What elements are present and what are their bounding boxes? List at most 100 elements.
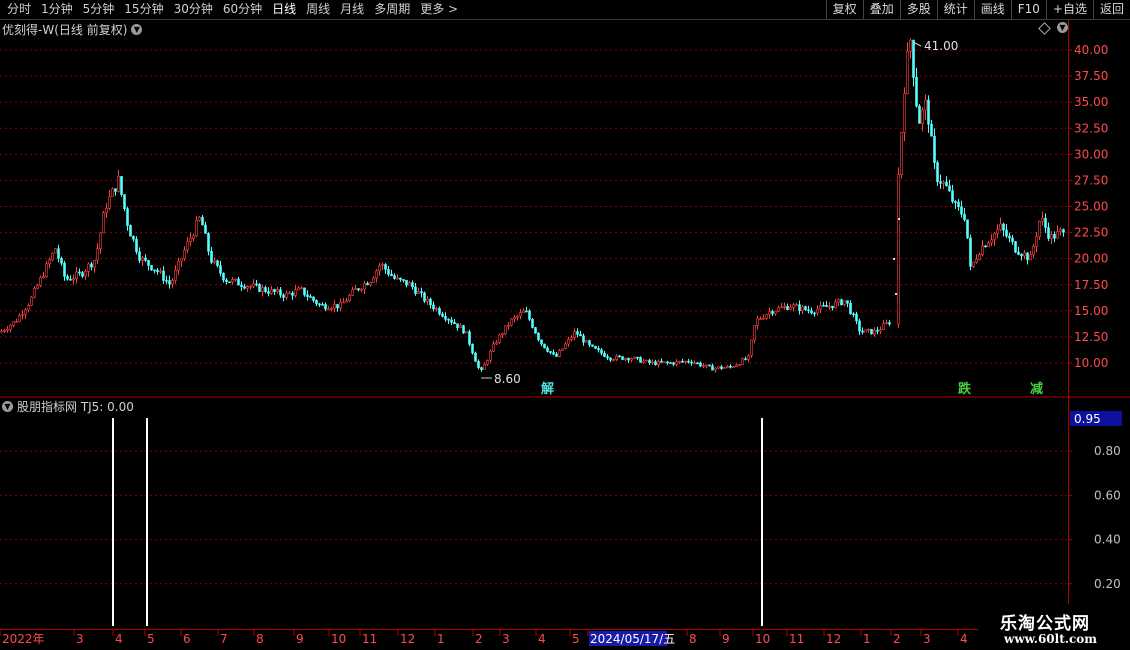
candle-body — [789, 306, 792, 310]
candle-body — [495, 342, 498, 345]
candle-body — [690, 361, 693, 364]
candle-body — [171, 280, 174, 285]
candle-body — [684, 360, 687, 363]
x-axis-label: 2 — [475, 632, 483, 646]
candle-body — [849, 302, 852, 315]
candle-body — [363, 283, 366, 290]
candle-body — [594, 346, 597, 349]
y-tick-label: 10.00 — [1074, 356, 1108, 370]
low-label: 8.60 — [494, 372, 521, 386]
candle-body — [129, 225, 132, 237]
candle-body — [540, 339, 543, 345]
candle-body — [21, 314, 24, 316]
candle-body — [618, 355, 621, 358]
candle-body — [57, 248, 60, 259]
x-axis-label: 7 — [220, 632, 228, 646]
candle-body — [861, 330, 864, 333]
candle-body — [444, 316, 447, 320]
candle-body — [360, 288, 363, 291]
candle-body — [192, 235, 195, 239]
candle-body — [228, 281, 231, 284]
x-axis-label: 3 — [76, 632, 84, 646]
candle-body — [741, 358, 744, 365]
candle-body — [486, 360, 489, 365]
candle-body — [285, 292, 288, 298]
candle-body — [705, 364, 708, 367]
candle-body — [252, 283, 255, 287]
candle-body — [615, 355, 618, 360]
candle-body — [693, 362, 696, 365]
candle-body — [339, 301, 342, 309]
candle-body — [855, 313, 858, 322]
candle-body — [537, 332, 540, 341]
candle-body — [720, 366, 723, 369]
candle-body — [204, 224, 207, 234]
candle-body — [846, 300, 849, 304]
candle-body — [606, 356, 609, 359]
candle-body — [645, 359, 648, 362]
candle-body — [621, 356, 624, 360]
candle-body — [75, 271, 78, 279]
x-axis-label: 2022年 — [2, 632, 45, 646]
candle-body — [654, 361, 657, 366]
kline-chart[interactable]: 40.00 37.50 35.00 32.50 30.00 27.50 25.00 22.50… — [0, 0, 1130, 650]
x-axis-label: 10 — [331, 632, 346, 646]
candle-body — [66, 276, 69, 280]
candle-body — [156, 269, 159, 272]
candle-body — [519, 312, 522, 317]
candle-body — [786, 306, 789, 310]
candle-body — [807, 309, 810, 312]
candle-body — [696, 362, 699, 365]
candle-body — [273, 289, 276, 292]
candle-body — [276, 289, 279, 292]
x-axis-label: 2024/05/17/五 — [590, 632, 675, 646]
candle-body — [72, 278, 75, 281]
candle-body — [261, 287, 264, 292]
candle-body — [543, 343, 546, 349]
candle-body — [819, 305, 822, 310]
candle-body — [249, 285, 252, 288]
candle-body — [981, 245, 984, 255]
candle-body — [909, 39, 912, 52]
candle-body — [1011, 237, 1014, 242]
candle-body — [552, 352, 555, 355]
candle-body — [516, 315, 519, 318]
x-axis-label: 11 — [362, 632, 377, 646]
candle-body — [327, 308, 330, 311]
candle-body — [210, 251, 213, 263]
candle-body — [132, 235, 135, 240]
candle-body — [531, 319, 534, 328]
candle-body — [885, 322, 888, 324]
candle-body — [381, 264, 384, 267]
candle-body — [126, 208, 129, 226]
price-dot — [893, 258, 895, 260]
candle-body — [459, 325, 462, 328]
x-axis-label: 12 — [400, 632, 415, 646]
candle-body — [825, 305, 828, 307]
candle-body — [738, 364, 741, 366]
candle-body — [45, 263, 48, 277]
candle-body — [945, 181, 948, 187]
candle-body — [450, 319, 453, 323]
candle-body — [798, 304, 801, 311]
candle-body — [678, 360, 681, 363]
y-tick-label: 32.50 — [1074, 121, 1108, 135]
candle-body — [9, 324, 12, 330]
candle-body — [777, 307, 780, 312]
x-axis-label: 4 — [960, 632, 968, 646]
x-axis-label: 6 — [183, 632, 191, 646]
candle-body — [852, 313, 855, 316]
candle-body — [1041, 217, 1044, 222]
candle-body — [858, 320, 861, 332]
candle-body — [525, 310, 528, 313]
candle-body — [336, 304, 339, 309]
candle-body — [357, 288, 360, 291]
candle-body — [69, 278, 72, 281]
candle-body — [642, 360, 645, 363]
candle-body — [162, 270, 165, 281]
candle-body — [510, 318, 513, 326]
candle-body — [321, 304, 324, 306]
candle-body — [453, 322, 456, 325]
x-axis-label: 12 — [826, 632, 841, 646]
candle-body — [195, 219, 198, 237]
